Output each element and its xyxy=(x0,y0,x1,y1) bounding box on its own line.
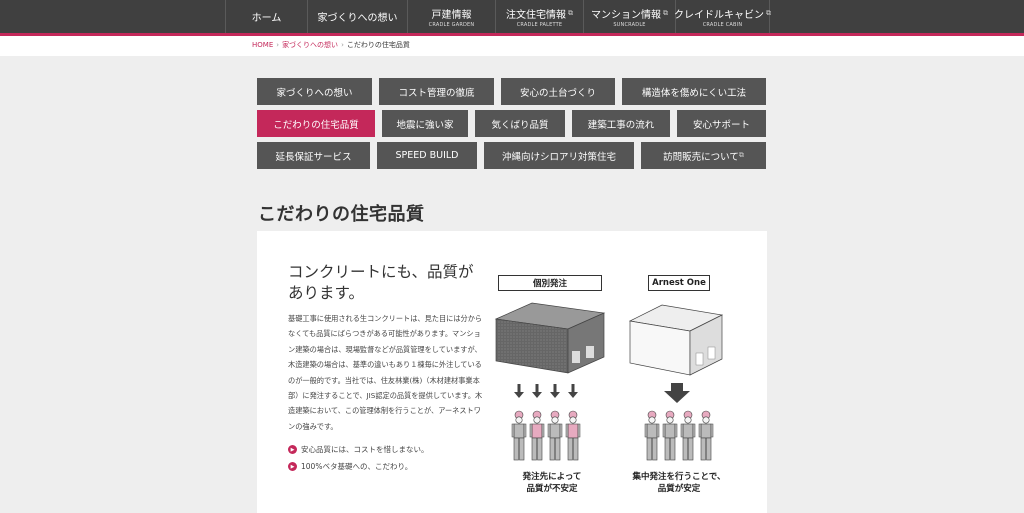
subnav-speed-build-button[interactable]: SPEED BUILD xyxy=(377,142,477,169)
arnest-one-label: Arnest One xyxy=(648,275,710,291)
subnav-construction-flow-button[interactable]: 建築工事の流れ xyxy=(572,110,670,137)
right-caption: 集中発注を行うことで、 品質が安定 xyxy=(632,472,726,494)
breadcrumb: HOME › 家づくりへの想い › こだわりの住宅品質 xyxy=(252,40,410,50)
nav-item-label: 注文住宅情報 xyxy=(506,9,566,21)
nav-item-label: 家づくりへの想い xyxy=(317,13,398,24)
arrow-down-icon xyxy=(550,384,560,398)
worker-icon xyxy=(565,410,581,461)
worker-icon xyxy=(529,410,545,461)
worker-icon xyxy=(547,410,563,461)
subnav-construction-method-button[interactable]: 構造体を傷めにくい工法 xyxy=(622,78,766,105)
nav-item-sublabel: CRADLE PALETTE xyxy=(516,21,563,28)
top-navigation: ホーム 家づくりへの想い 戸建情報 CRADLE GARDEN 注文住宅情報 ⧉ … xyxy=(0,0,1024,33)
nav-item-label: マンション情報 xyxy=(591,9,661,21)
worker-icon xyxy=(662,410,678,461)
subnav-earthquake-button[interactable]: 地震に強い家 xyxy=(382,110,468,137)
worker-icon xyxy=(680,410,696,461)
subnav-foundation-button[interactable]: 安心の土台づくり xyxy=(501,78,615,105)
nav-item-philosophy[interactable]: 家づくりへの想い xyxy=(307,0,407,33)
page-title: こだわりの住宅品質 xyxy=(258,204,425,225)
worker-icon xyxy=(511,410,527,461)
content-panel: コンクリートにも、品質があります。 基礎工事に使用される生コンクリートは、見た目… xyxy=(257,231,767,513)
left-caption: 発注先によって 品質が不安定 xyxy=(522,472,582,494)
nav-item-label: 戸建情報 xyxy=(431,9,472,21)
nav-item-sublabel: SUNCRADLE xyxy=(613,21,646,28)
nav-item-label: クレイドルキャビン xyxy=(674,9,764,21)
subnav-philosophy-button[interactable]: 家づくりへの想い xyxy=(257,78,372,105)
subnav-thoughtful-quality-button[interactable]: 気くばり品質 xyxy=(475,110,565,137)
worker-icon xyxy=(644,410,660,461)
arrow-down-icon xyxy=(532,384,542,398)
feature-list: ▶ 安心品質には、コストを惜しまない。 ▶ 100%ベタ基礎への、こだわり。 xyxy=(288,441,429,475)
top-navigation-items: ホーム 家づくりへの想い 戸建情報 CRADLE GARDEN 注文住宅情報 ⧉ … xyxy=(225,0,800,33)
breadcrumb-separator: › xyxy=(276,41,280,49)
nav-item-custom-homes[interactable]: 注文住宅情報 ⧉ CRADLE PALETTE xyxy=(495,0,583,33)
worker-icon xyxy=(698,410,714,461)
comparison-graphic xyxy=(494,302,724,461)
arrow-right-icon: ▶ xyxy=(288,445,297,454)
breadcrumb-parent-link[interactable]: 家づくりへの想い xyxy=(282,40,338,50)
external-link-icon: ⧉ xyxy=(766,8,771,17)
nav-item-condominiums[interactable]: マンション情報 ⧉ SUNCRADLE xyxy=(583,0,675,33)
list-item: ▶ 安心品質には、コストを惜しまない。 xyxy=(288,441,429,458)
breadcrumb-bar: HOME › 家づくりへの想い › こだわりの住宅品質 xyxy=(0,36,1024,56)
arrow-down-icon xyxy=(568,384,578,398)
breadcrumb-separator: › xyxy=(341,41,344,49)
list-item: ▶ 100%ベタ基礎への、こだわり。 xyxy=(288,458,429,475)
breadcrumb-home-link[interactable]: HOME xyxy=(252,41,273,49)
building-right-icon xyxy=(628,304,724,376)
nav-item-cradle-cabin[interactable]: クレイドルキャビン ⧉ CRADLE CABIN xyxy=(674,0,771,33)
subnav-housing-quality-button[interactable]: こだわりの住宅品質 xyxy=(257,110,375,137)
external-link-icon: ⧉ xyxy=(738,151,744,159)
nav-item-sublabel: CRADLE GARDEN xyxy=(428,21,475,28)
subnav-extended-warranty-button[interactable]: 延長保証サービス xyxy=(257,142,370,169)
arrow-down-icon xyxy=(514,384,524,398)
body-paragraph: 基礎工事に使用される生コンクリートは、見た目には分からなくても品質にばらつきがあ… xyxy=(288,314,483,431)
subnav-door-to-door-button[interactable]: 訪問販売について ⧉ xyxy=(641,142,766,169)
external-link-icon: ⧉ xyxy=(568,8,573,17)
subnav-cost-management-button[interactable]: コスト管理の徹底 xyxy=(379,78,494,105)
subnav-support-button[interactable]: 安心サポート xyxy=(677,110,766,137)
nav-item-detached-houses[interactable]: 戸建情報 CRADLE GARDEN xyxy=(407,0,495,33)
ordering-comparison-illustration: 個別発注 Arnest One 発注先によって 品質が不安定 集中発注を行うこと… xyxy=(492,269,752,504)
nav-item-home[interactable]: ホーム xyxy=(225,0,307,33)
nav-item-label: ホーム xyxy=(251,13,282,24)
building-left-icon xyxy=(494,302,606,374)
breadcrumb-current: こだわりの住宅品質 xyxy=(346,41,410,49)
external-link-icon: ⧉ xyxy=(663,8,668,17)
nav-item-sublabel: CRADLE CABIN xyxy=(702,21,743,28)
arrow-right-icon: ▶ xyxy=(288,462,297,471)
individual-order-label: 個別発注 xyxy=(498,275,602,291)
lead-heading: コンクリートにも、品質があります。 xyxy=(288,263,474,302)
large-arrow-down-icon xyxy=(664,383,690,403)
subnav-termite-button[interactable]: 沖縄向けシロアリ対策住宅 xyxy=(484,142,634,169)
